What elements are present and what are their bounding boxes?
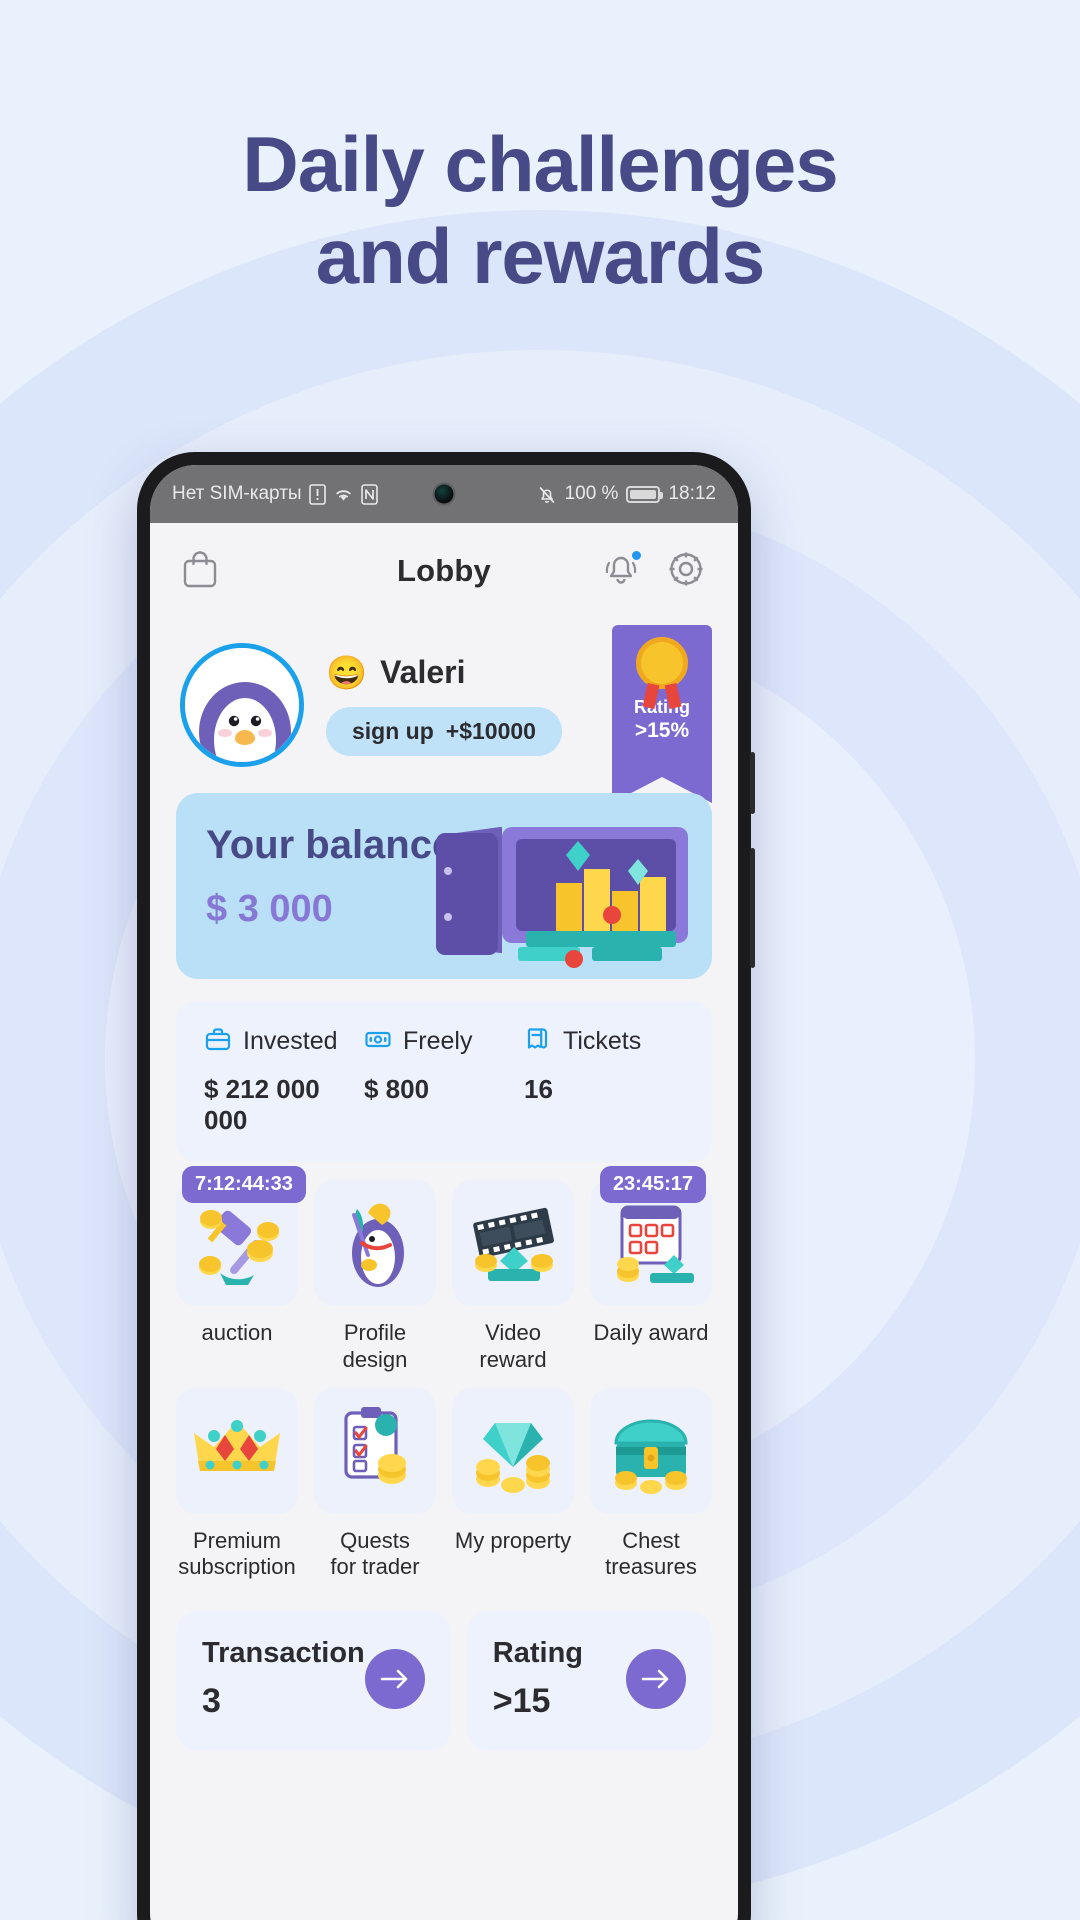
tile-label: Premium subscription — [178, 1527, 296, 1580]
tile-chest-treasures[interactable]: Chest treasures — [590, 1387, 712, 1582]
penguin-avatar — [185, 648, 299, 762]
card-value: >15 — [492, 1682, 551, 1721]
stat-value: $ 212 000 000 — [204, 1074, 320, 1135]
stat-label: Invested — [243, 1027, 338, 1055]
stat-label: Freely — [403, 1027, 473, 1055]
banknote-icon — [364, 1025, 392, 1058]
rating-badge[interactable]: Rating >15% — [612, 625, 712, 803]
avatar[interactable] — [180, 643, 304, 767]
tile-label: Daily award — [593, 1320, 709, 1345]
signup-bonus-pill[interactable]: sign up +$10000 — [326, 707, 562, 756]
calendar-coins-art — [617, 1205, 694, 1283]
stat-tickets[interactable]: Tickets 16 — [524, 1025, 684, 1136]
feature-grid: 7:12:44:33 auction Profile design Video … — [150, 1162, 738, 1581]
briefcase-icon — [204, 1025, 232, 1058]
arrow-right-icon[interactable] — [364, 1649, 425, 1710]
medal-icon — [636, 637, 688, 689]
phone-screen: Нет SIM-карты 100 % 18:12 Lobby 😄 Valeri… — [150, 465, 738, 1920]
film-strip-cash-art — [473, 1207, 554, 1281]
summary-cards: Transaction 3 Rating >15 — [150, 1595, 738, 1752]
penguin-artist-art — [352, 1203, 404, 1287]
stat-label: Tickets — [563, 1027, 642, 1055]
tile-profile-design[interactable]: Profile design — [314, 1180, 436, 1374]
profile-name: Valeri — [380, 654, 466, 690]
tile-label: Profile design — [342, 1320, 408, 1372]
tile-premium-subscription[interactable]: Premium subscription — [176, 1387, 298, 1582]
settings-button[interactable] — [664, 547, 708, 596]
tile-daily-award[interactable]: 23:45:17 Daily award — [590, 1166, 712, 1374]
tile-my-property[interactable]: My property — [452, 1387, 574, 1582]
tile-label: Video reward — [479, 1320, 547, 1372]
wifi-icon — [333, 486, 354, 503]
phone-side-button — [750, 848, 755, 968]
card-title: Rating — [492, 1637, 583, 1670]
rating-badge-label: Rating — [634, 697, 690, 717]
feature-grid-row: Premium subscription Quests for trader M… — [176, 1387, 712, 1582]
notifications-button[interactable] — [600, 548, 643, 595]
tile-label: My property — [454, 1527, 572, 1553]
feature-grid-row: 7:12:44:33 auction Profile design Video … — [176, 1166, 712, 1374]
stat-value: $ 800 — [364, 1074, 430, 1104]
tile-auction[interactable]: 7:12:44:33 auction — [176, 1166, 306, 1374]
battery-percent-label: 100 % — [564, 483, 619, 504]
transaction-card[interactable]: Transaction 3 — [176, 1611, 451, 1752]
nfc-icon — [360, 483, 378, 505]
gear-icon — [664, 552, 708, 595]
carrier-label: Нет SIM-карты — [172, 483, 302, 504]
phone-mockup: Нет SIM-карты 100 % 18:12 Lobby 😄 Valeri… — [137, 452, 755, 1920]
tile-label: auction — [201, 1320, 273, 1345]
treasure-chest-art — [614, 1419, 688, 1494]
stat-value: 16 — [524, 1074, 553, 1104]
app-header: Lobby — [150, 523, 738, 619]
mood-emoji: 😄 — [326, 654, 368, 691]
gem-coins-art — [476, 1422, 550, 1493]
open-safe-with-treasure-art — [436, 827, 688, 968]
rating-badge-value: >15% — [634, 718, 690, 742]
profile-section: 😄 Valeri sign up +$10000 Rating >15% — [150, 619, 738, 803]
signup-bonus-amount: +$10000 — [445, 718, 536, 744]
headline-line-1: Daily challenges — [242, 120, 838, 208]
balance-card[interactable]: Your balance $ 3 000 — [176, 793, 712, 979]
battery-icon — [626, 485, 664, 503]
front-camera — [434, 484, 454, 504]
rating-card[interactable]: Rating >15 — [466, 1611, 712, 1752]
promo-headline: Daily challenges and rewards — [0, 118, 1080, 302]
signup-bonus-label: sign up — [352, 718, 434, 744]
tile-label: Quests for trader — [330, 1527, 420, 1580]
status-bar: Нет SIM-карты 100 % 18:12 — [150, 465, 738, 523]
card-value: 3 — [202, 1682, 221, 1721]
bell-icon — [600, 556, 642, 594]
tile-video-reward[interactable]: Video reward — [452, 1180, 574, 1374]
ticket-icon — [524, 1025, 552, 1058]
headline-line-2: and rewards — [315, 212, 766, 301]
stats-strip: Invested $ 212 000 000 Freely $ 800 Tick… — [176, 1001, 712, 1162]
notification-badge — [630, 548, 643, 562]
tile-label: Chest treasures — [605, 1527, 697, 1580]
checklist-coins-art — [344, 1406, 406, 1484]
clock-label: 18:12 — [668, 483, 716, 504]
shop-button[interactable] — [180, 548, 220, 595]
arrow-right-icon[interactable] — [626, 1649, 686, 1710]
silent-bell-icon — [537, 484, 557, 505]
gavel-coins-art — [199, 1210, 279, 1285]
tile-timer: 7:12:44:33 — [182, 1166, 306, 1203]
tile-quests-for-trader[interactable]: Quests for trader — [314, 1387, 436, 1582]
tile-timer: 23:45:17 — [599, 1166, 706, 1203]
shopping-bag-icon — [180, 550, 220, 594]
stat-invested[interactable]: Invested $ 212 000 000 — [204, 1025, 364, 1136]
card-title: Transaction — [202, 1637, 365, 1670]
crown-art — [194, 1419, 280, 1471]
stat-freely[interactable]: Freely $ 800 — [364, 1025, 524, 1136]
sim-alert-icon — [308, 483, 326, 505]
